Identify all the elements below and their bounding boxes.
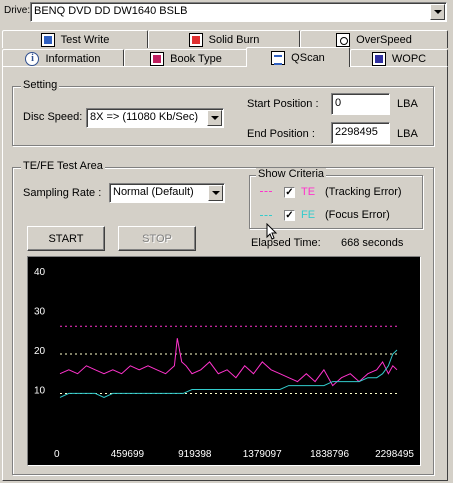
te-line-sample xyxy=(260,191,272,192)
x-tick-label: 459699 xyxy=(111,449,145,460)
x-tick-label: 1838796 xyxy=(310,449,349,460)
tab-label: QScan xyxy=(291,51,325,64)
test-write-icon xyxy=(40,32,55,47)
x-tick-label: 2298495 xyxy=(375,449,414,460)
fe-desc-label: (Focus Error) xyxy=(325,209,390,221)
drive-label: Drive: xyxy=(4,5,31,16)
chevron-down-icon xyxy=(211,191,220,195)
te-fe-chart-svg: 40 30 20 10 0 459699 919398 1379097 1838796 22984… xyxy=(34,267,414,460)
tab-label: Book Type xyxy=(170,52,222,65)
test-area-group-title: TE/FE Test Area xyxy=(21,160,105,172)
tab-test-write[interactable]: Test Write xyxy=(2,30,148,48)
sampling-rate-dropdown-button[interactable] xyxy=(208,185,223,201)
tab-label: Solid Burn xyxy=(208,33,260,46)
x-tick-label: 1379097 xyxy=(243,449,282,460)
tab-qscan[interactable]: QScan xyxy=(246,47,350,67)
end-position-input[interactable]: 2298495 xyxy=(331,122,390,144)
tab-information[interactable]: i Information xyxy=(2,49,124,67)
disc-speed-value: 8X => (11080 Kb/Sec) xyxy=(90,111,199,123)
book-type-icon xyxy=(150,51,165,66)
elapsed-time-label: Elapsed Time: xyxy=(251,237,321,249)
chevron-down-icon xyxy=(433,10,442,14)
qscan-icon xyxy=(271,50,286,65)
tab-label: WOPC xyxy=(391,52,427,65)
tab-label: Information xyxy=(45,52,101,65)
drive-select[interactable]: BENQ DVD DD DW1640 BSLB xyxy=(30,2,447,22)
chevron-down-icon xyxy=(210,116,219,120)
te-checkbox[interactable]: ✓ xyxy=(284,187,295,198)
elapsed-time-value: 668 seconds xyxy=(341,237,404,249)
tab-wopc[interactable]: WOPC xyxy=(350,49,448,67)
te-desc-label: (Tracking Error) xyxy=(325,186,402,198)
tab-label: Test Write xyxy=(60,33,110,46)
start-position-value: 0 xyxy=(335,97,342,109)
fe-line-sample xyxy=(260,215,272,216)
stop-button-label: STOP xyxy=(142,232,172,245)
y-tick-label: 10 xyxy=(34,386,46,397)
start-position-input[interactable]: 0 xyxy=(331,93,390,115)
fe-code-label: FE xyxy=(301,209,316,221)
end-position-value: 2298495 xyxy=(335,126,378,138)
series-line-fe xyxy=(59,349,398,398)
tab-label: OverSpeed xyxy=(356,33,412,46)
te-code-label: TE xyxy=(301,186,316,198)
sampling-rate-label: Sampling Rate : xyxy=(23,187,102,199)
wopc-icon xyxy=(371,51,386,66)
drive-select-value: BENQ DVD DD DW1640 BSLB xyxy=(34,5,188,17)
y-tick-label: 20 xyxy=(34,346,46,357)
series-line-te xyxy=(59,338,398,387)
end-position-label: End Position : xyxy=(247,128,315,140)
setting-group-title: Setting xyxy=(21,79,60,91)
start-unit-label: LBA xyxy=(397,98,418,110)
disc-speed-select[interactable]: 8X => (11080 Kb/Sec) xyxy=(86,108,224,128)
tab-book-type[interactable]: Book Type xyxy=(124,49,248,67)
x-tick-label: 919398 xyxy=(178,449,212,460)
show-criteria-title: Show Criteria xyxy=(256,168,327,180)
solid-burn-icon xyxy=(188,32,203,47)
disc-speed-dropdown-button[interactable] xyxy=(207,110,222,126)
stop-button[interactable]: STOP xyxy=(118,226,196,251)
tab-overspeed[interactable]: OverSpeed xyxy=(300,30,448,48)
y-tick-label: 40 xyxy=(34,267,46,278)
drive-dropdown-button[interactable] xyxy=(430,4,445,20)
disc-speed-label: Disc Speed: xyxy=(23,111,83,123)
end-unit-label: LBA xyxy=(397,128,418,140)
x-tick-label: 0 xyxy=(54,449,60,460)
sampling-rate-select[interactable]: Normal (Default) xyxy=(109,183,225,203)
sampling-rate-value: Normal (Default) xyxy=(113,186,194,198)
fe-checkbox[interactable]: ✓ xyxy=(284,210,295,221)
te-fe-chart: 40 30 20 10 0 459699 919398 1379097 1838796 22984… xyxy=(27,256,421,466)
start-button-label: START xyxy=(48,232,84,245)
y-tick-label: 30 xyxy=(34,307,46,318)
start-button[interactable]: START xyxy=(27,226,105,251)
start-position-label: Start Position : xyxy=(247,98,319,110)
tab-solid-burn[interactable]: Solid Burn xyxy=(148,30,300,48)
info-icon: i xyxy=(25,51,40,66)
overspeed-icon xyxy=(336,32,351,47)
mouse-cursor-icon xyxy=(266,223,278,240)
